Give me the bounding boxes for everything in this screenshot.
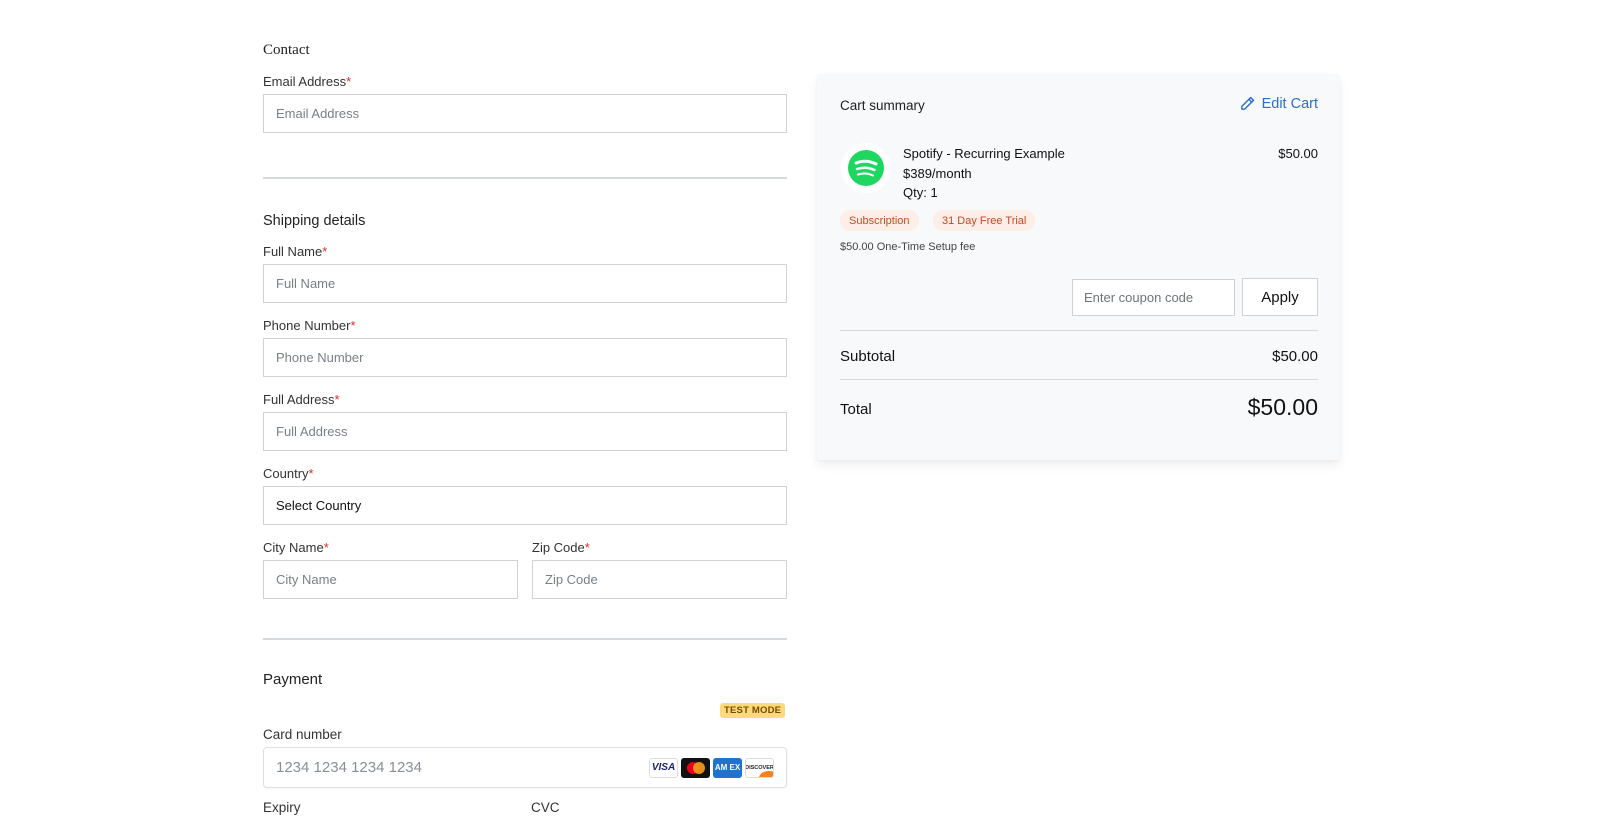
product-quantity: Qty: 1 [903, 185, 938, 200]
full-name-input[interactable] [263, 264, 787, 303]
product-amount: $50.00 [1278, 146, 1318, 161]
card-number-input[interactable] [276, 759, 649, 776]
shipping-section-title: Shipping details [263, 213, 366, 229]
total-value: $50.00 [1247, 394, 1318, 420]
test-mode-badge: TEST MODE [720, 703, 786, 718]
spotify-icon [848, 150, 884, 186]
cart-summary-title: Cart summary [840, 98, 925, 113]
subtotal-value: $50.00 [1272, 348, 1318, 365]
mastercard-icon [681, 757, 710, 778]
cart-divider [840, 379, 1318, 380]
amex-icon: AM EX [713, 757, 742, 778]
discover-icon: DISCOVER [745, 757, 774, 778]
expiry-label: Expiry [263, 800, 301, 815]
card-number-label: Card number [263, 727, 342, 742]
subtotal-label: Subtotal [840, 348, 896, 365]
product-logo [841, 143, 891, 193]
total-label: Total [840, 401, 872, 418]
payment-section-title: Payment [263, 671, 323, 688]
country-select-value: Select Country [276, 498, 362, 513]
card-brands: VISA AM EX DISCOVER [649, 757, 774, 778]
contact-section-title: Contact [263, 42, 310, 58]
free-trial-tag: 31 Day Free Trial [933, 210, 1036, 231]
card-number-field[interactable]: VISA AM EX DISCOVER [263, 747, 787, 788]
country-select[interactable]: Select Country [263, 486, 787, 525]
edit-cart-label: Edit Cart [1261, 95, 1318, 112]
edit-cart-link[interactable]: Edit Cart [1239, 95, 1318, 112]
phone-input[interactable] [263, 338, 787, 377]
cart-summary: Cart summary Edit Cart Spotify - Recurri… [817, 74, 1340, 460]
product-recurring-price: $389/month [903, 166, 972, 181]
cart-divider [840, 330, 1318, 331]
cvc-label: CVC [531, 800, 560, 815]
pencil-icon [1240, 96, 1254, 110]
product-name: Spotify - Recurring Example [903, 146, 1065, 161]
section-divider [263, 638, 787, 640]
email-input[interactable] [263, 94, 787, 133]
address-label: Full Address* [263, 392, 340, 407]
address-input[interactable] [263, 412, 787, 451]
apply-coupon-button[interactable]: Apply [1242, 278, 1318, 316]
city-label: City Name* [263, 540, 329, 555]
country-label: Country* [263, 466, 314, 481]
phone-label: Phone Number* [263, 318, 356, 333]
coupon-input[interactable] [1072, 279, 1235, 316]
city-input[interactable] [263, 560, 518, 599]
setup-fee-note: $50.00 One-Time Setup fee [840, 241, 976, 253]
section-divider [263, 177, 787, 179]
subscription-tag: Subscription [840, 210, 919, 231]
full-name-label: Full Name* [263, 244, 328, 259]
zip-label: Zip Code* [532, 540, 590, 555]
visa-icon: VISA [649, 757, 678, 778]
email-label: Email Address* [263, 74, 352, 89]
zip-input[interactable] [532, 560, 787, 599]
